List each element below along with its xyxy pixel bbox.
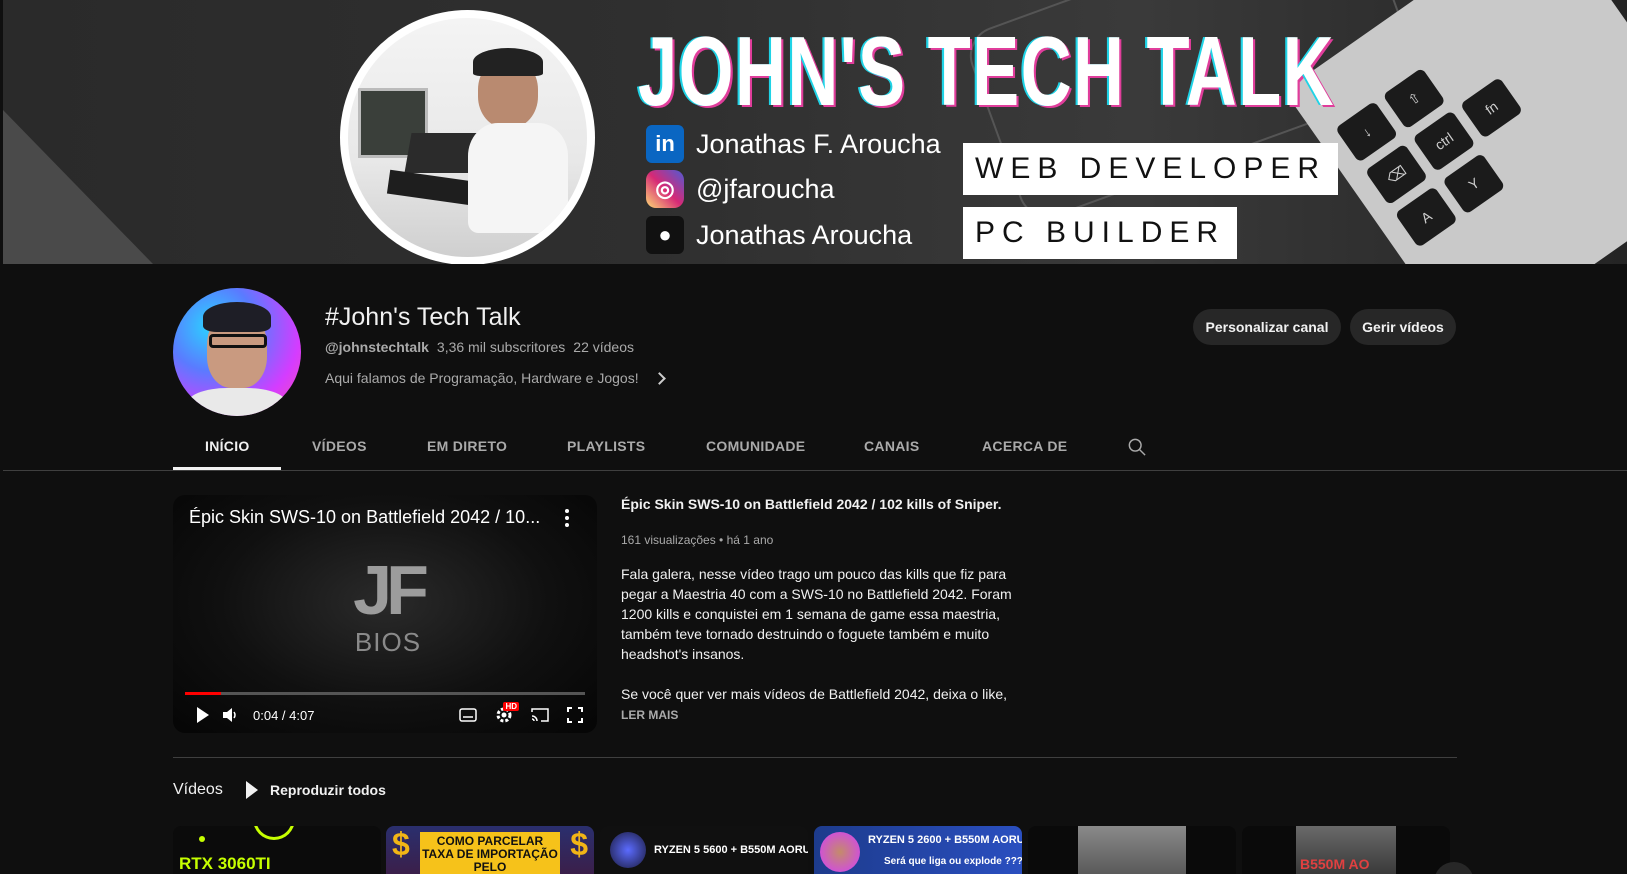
banner-shape (3, 110, 153, 264)
customize-channel-button[interactable]: Personalizar canal (1193, 309, 1341, 345)
video-thumbnail[interactable]: B550M AO (1242, 826, 1450, 874)
linkedin-icon: in (646, 125, 684, 163)
featured-video-title[interactable]: Épic Skin SWS-10 on Battlefield 2042 / 1… (621, 496, 1001, 512)
instagram-icon: ◎ (646, 170, 684, 208)
avatar-hair (203, 302, 271, 332)
banner-title: JOHN'S TECH TALK (638, 16, 1336, 126)
banner-social-github: ● Jonathas Aroucha (646, 216, 912, 254)
banner-social-text: Jonathas Aroucha (696, 219, 913, 250)
tab-channels[interactable]: CANAIS (864, 428, 919, 464)
github-icon: ● (646, 216, 684, 254)
tab-playlists[interactable]: PLAYLISTS (567, 428, 645, 464)
channel-video-count: 22 vídeos (573, 339, 635, 355)
video-thumbnail[interactable]: RYZEN 5 5600 + B550M AORUS ELITE (600, 826, 808, 874)
banner-social-text: Jonathas F. Aroucha (696, 128, 941, 159)
cast-icon[interactable] (531, 708, 549, 722)
channel-description[interactable]: Aqui falamos de Programação, Hardware e … (325, 370, 666, 386)
player-title[interactable]: Épic Skin SWS-10 on Battlefield 2042 / 1… (189, 507, 540, 528)
thumb-caption: COMO PARCELAR TAXA DE IMPORTAÇÃO PELO (420, 832, 560, 874)
tab-live[interactable]: EM DIRETO (427, 428, 507, 464)
manage-videos-button[interactable]: Gerir vídeos (1350, 309, 1456, 345)
banner-tag-web-developer: WEB DEVELOPER (963, 143, 1339, 195)
featured-video-description: Fala galera, nesse vídeo trago um pouco … (621, 564, 1017, 724)
settings-icon[interactable]: HD (495, 702, 519, 724)
thumb-ring (253, 826, 295, 840)
play-icon[interactable] (197, 707, 209, 723)
thumb-image (1078, 826, 1186, 874)
banner-photo (340, 10, 595, 264)
keyboard-key: Y (1442, 152, 1506, 215)
play-icon (246, 781, 258, 799)
banner-tag-pc-builder: PC BUILDER (963, 207, 1238, 259)
banner-social-text: @jfaroucha (696, 173, 835, 204)
thumb-caption: RYZEN 5 2600 + B550M AORUS ELITE (868, 834, 1022, 846)
play-all-label: Reproduzir todos (270, 782, 386, 798)
description-paragraph: Se você quer ver mais vídeos de Battlefi… (621, 686, 1007, 722)
video-frame-logo: JF BIOS (333, 555, 443, 658)
thumb-caption: B550M AO (1300, 856, 1370, 872)
thumb-caption: RTX 3060TI (179, 854, 271, 873)
person-hair (473, 48, 543, 76)
person-shirt (468, 123, 568, 233)
thumb-caption: RYZEN 5 5600 + B550M AORUS ELITE (654, 844, 808, 856)
tab-videos[interactable]: VÍDEOS (312, 428, 367, 464)
player-controls: 0:04 / 4:07 HD (173, 702, 597, 728)
tabs-divider (3, 470, 1627, 471)
search-icon[interactable] (1128, 438, 1146, 456)
dollar-icon: $ (570, 826, 588, 862)
hd-badge: HD (503, 702, 519, 711)
avatar-glasses (209, 334, 267, 348)
subtitles-icon[interactable] (459, 708, 477, 722)
tab-about[interactable]: ACERCA DE (982, 428, 1067, 464)
tab-home[interactable]: INÍCIO (205, 428, 250, 464)
thumb-avatar (610, 832, 646, 868)
thumb-avatar (820, 832, 860, 872)
more-options-icon[interactable] (565, 509, 569, 527)
progress-bar[interactable] (185, 692, 585, 695)
description-paragraph: Fala galera, nesse vídeo trago um pouco … (621, 566, 1012, 662)
chevron-right-icon (652, 371, 666, 385)
video-thumbnail[interactable]: RYZEN 5 2600 + B550M AORUS ELITE Será qu… (814, 826, 1022, 874)
thumb-dot (199, 836, 205, 842)
channel-avatar[interactable] (173, 288, 301, 416)
channel-meta: @johnstechtalk 3,36 mil subscritores 22 … (325, 339, 634, 355)
featured-video-meta: 161 visualizações • há 1 ano (621, 533, 774, 547)
channel-subscribers: 3,36 mil subscritores (436, 339, 566, 355)
videos-section-title[interactable]: Vídeos (173, 781, 223, 799)
volume-icon[interactable] (223, 708, 239, 722)
read-more-link[interactable]: LER MAIS (621, 708, 678, 722)
dollar-icon: $ (392, 826, 410, 862)
channel-handle: @johnstechtalk (325, 339, 429, 355)
video-thumbnail[interactable]: $ $ COMO PARCELAR TAXA DE IMPORTAÇÃO PEL… (386, 826, 594, 874)
video-thumbnail[interactable] (1028, 826, 1236, 874)
banner-social-linkedin: in Jonathas F. Aroucha (646, 125, 941, 163)
banner-social-instagram: ◎ @jfaroucha (646, 170, 834, 208)
play-all-button[interactable]: Reproduzir todos (246, 781, 386, 799)
avatar-shirt (187, 388, 287, 416)
keyboard-key: A (1394, 186, 1459, 248)
channel-name: #John's Tech Talk (325, 303, 521, 331)
featured-video-player[interactable]: Épic Skin SWS-10 on Battlefield 2042 / 1… (173, 495, 597, 733)
video-thumbnail[interactable]: RTX 3060TI (173, 826, 381, 874)
logo-sub-text: BIOS (354, 627, 422, 657)
thumb-caption: Será que liga ou explode ??? (884, 856, 1022, 867)
fullscreen-icon[interactable] (567, 707, 583, 723)
logo-main-text: JF (353, 551, 429, 629)
channel-banner: ↓ ⇧ ⌫ ctrl fn A Y JOHN'S TECH TALK in Jo… (3, 0, 1627, 264)
tab-community[interactable]: COMUNIDADE (706, 428, 805, 464)
section-divider (173, 757, 1457, 758)
channel-description-text: Aqui falamos de Programação, Hardware e … (325, 370, 639, 386)
player-time: 0:04 / 4:07 (253, 707, 315, 723)
keyboard-key: fn (1459, 76, 1524, 139)
progress-fill (185, 692, 221, 695)
